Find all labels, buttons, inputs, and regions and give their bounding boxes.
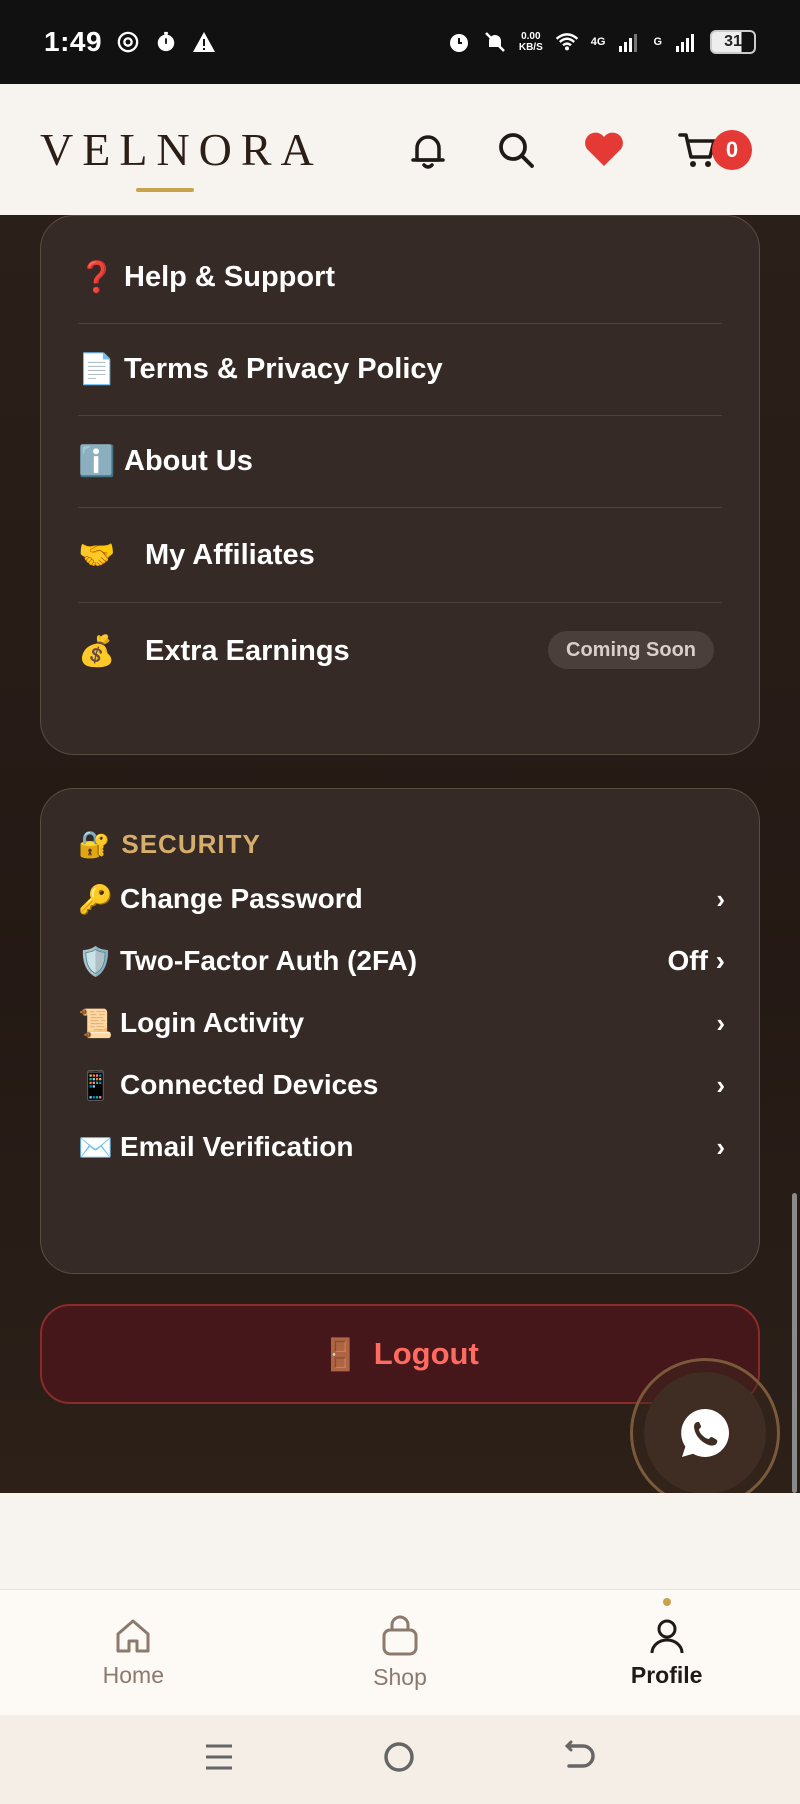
cart-icon[interactable]: 0 — [670, 128, 760, 172]
signal-icon — [617, 30, 641, 54]
whatsapp-icon — [681, 1409, 729, 1457]
mute-icon — [483, 30, 507, 54]
system-navigation-bar — [0, 1715, 800, 1804]
security-item-connected-devices[interactable]: 📱 Connected Devices › — [78, 1055, 725, 1115]
menu-card: ❓ Help & Support 📄 Terms & Privacy Polic… — [40, 215, 760, 755]
menu-item-my-affiliates[interactable]: 🤝 My Affiliates — [78, 508, 722, 603]
menu-item-label: My Affiliates — [145, 538, 315, 571]
recent-apps-icon[interactable] — [203, 1741, 235, 1778]
status-bar: 1:49 0.00 KB/S 4G G 31 — [0, 0, 800, 84]
bottom-navigation: Home Shop Profile — [0, 1589, 800, 1715]
scrollbar[interactable] — [792, 1193, 797, 1493]
whatsapp-button-inner[interactable] — [644, 1372, 766, 1494]
security-item-label: Connected Devices — [120, 1069, 379, 1100]
menu-item-terms-privacy[interactable]: 📄 Terms & Privacy Policy — [78, 324, 722, 416]
menu-item-about-us[interactable]: ℹ️ About Us — [78, 416, 722, 508]
security-item-label: Login Activity — [120, 1007, 305, 1038]
logout-label: Logout — [373, 1336, 479, 1371]
envelope-icon: ✉️ — [78, 1131, 113, 1163]
wifi-icon — [555, 30, 579, 54]
chevron-right-icon: › — [716, 883, 725, 914]
security-item-label: Email Verification — [120, 1131, 354, 1162]
speed-unit: KB/S — [518, 42, 543, 53]
question-mark-icon: ❓ — [78, 261, 116, 294]
notification-bell-icon[interactable] — [406, 128, 450, 172]
logo-underline — [136, 188, 194, 192]
chrome-icon — [116, 30, 140, 54]
security-section-title: 🔐 SECURITY — [78, 829, 261, 860]
menu-item-label: Terms & Privacy Policy — [124, 353, 443, 385]
handshake-icon: 🤝 — [78, 538, 116, 572]
warning-icon — [192, 30, 216, 54]
chevron-right-icon: › — [716, 1131, 725, 1162]
network-label-b: G — [653, 36, 662, 48]
two-factor-status: Off › — [667, 945, 725, 976]
security-card: 🔐 SECURITY 🔑 Change Password › 🛡️ Two-Fa… — [40, 788, 760, 1274]
nav-item-shop[interactable]: Shop — [267, 1590, 534, 1715]
security-item-email-verification[interactable]: ✉️ Email Verification › — [78, 1117, 725, 1177]
search-icon[interactable] — [494, 128, 538, 172]
speed-value: 0.00 — [521, 31, 541, 42]
nav-item-profile[interactable]: Profile — [533, 1590, 800, 1715]
status-time: 1:49 — [44, 26, 103, 57]
alarm-icon — [447, 30, 471, 54]
app-header: VELNORA 0 — [0, 84, 800, 215]
coming-soon-badge: Coming Soon — [548, 631, 714, 669]
nav-label: Home — [102, 1662, 165, 1688]
cart-count-badge: 0 — [712, 129, 752, 170]
wishlist-heart-icon[interactable] — [582, 128, 626, 172]
network-speed: 0.00 KB/S — [519, 31, 543, 53]
security-item-two-factor[interactable]: 🛡️ Two-Factor Auth (2FA) Off › — [78, 931, 725, 991]
menu-item-help-support[interactable]: ❓ Help & Support — [78, 232, 722, 324]
back-icon[interactable] — [563, 1740, 597, 1779]
lock-key-icon: 🔐 — [78, 829, 112, 859]
whatsapp-chat-button[interactable] — [630, 1358, 780, 1508]
security-title-text: SECURITY — [121, 829, 261, 859]
menu-item-label: Extra Earnings — [145, 634, 350, 667]
home-icon — [116, 1619, 150, 1653]
money-bag-icon: 💰 — [78, 634, 116, 668]
security-item-change-password[interactable]: 🔑 Change Password › — [78, 869, 725, 929]
shopping-bag-icon — [382, 1615, 418, 1656]
network-label-a: 4G — [590, 36, 606, 48]
document-icon: 📄 — [78, 353, 116, 386]
chevron-right-icon: › — [716, 1069, 725, 1100]
chevron-right-icon: › — [716, 1007, 725, 1038]
home-circle-icon[interactable] — [382, 1740, 416, 1779]
profile-user-icon — [650, 1619, 684, 1654]
info-icon: ℹ️ — [78, 445, 116, 478]
signal-icon-2 — [674, 30, 698, 54]
nav-label: Profile — [630, 1662, 703, 1688]
active-indicator-dot — [662, 1598, 671, 1606]
menu-item-label: About Us — [124, 445, 253, 477]
scroll-icon: 📜 — [78, 1007, 113, 1039]
menu-item-label: Help & Support — [124, 261, 336, 293]
key-icon: 🔑 — [78, 883, 113, 915]
door-icon: 🚪 — [321, 1336, 360, 1372]
shield-icon: 🛡️ — [78, 945, 113, 977]
battery-indicator: 31 — [710, 30, 756, 54]
security-item-label: Change Password — [120, 883, 363, 914]
menu-item-extra-earnings[interactable]: 💰 Extra Earnings Coming Soon — [78, 603, 722, 699]
security-item-login-activity[interactable]: 📜 Login Activity › — [78, 993, 725, 1053]
nav-item-home[interactable]: Home — [0, 1590, 267, 1715]
profile-content: ❓ Help & Support 📄 Terms & Privacy Polic… — [0, 215, 800, 1508]
timer-icon — [154, 30, 178, 54]
brand-logo[interactable]: VELNORA — [40, 123, 323, 176]
nav-label: Shop — [373, 1664, 427, 1690]
mobile-phone-icon: 📱 — [78, 1069, 113, 1101]
page-bottom-area — [0, 1493, 800, 1589]
security-item-label: Two-Factor Auth (2FA) — [120, 945, 418, 976]
